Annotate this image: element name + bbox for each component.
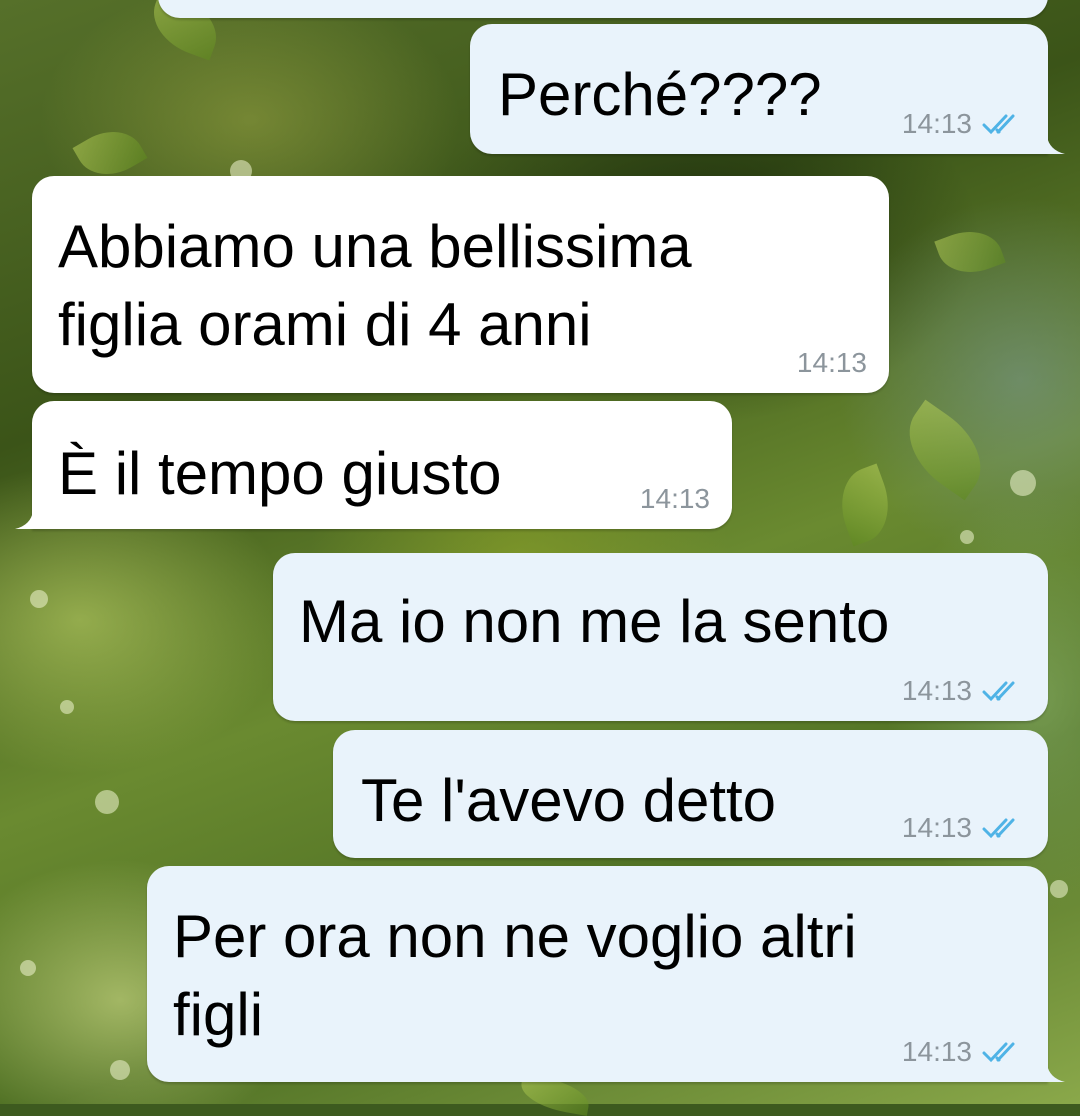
message-bubble-outgoing[interactable]: Te l'avevo detto 14:13 [333, 730, 1048, 858]
wallpaper-bokeh [1050, 880, 1068, 898]
double-check-read-icon [982, 1042, 1015, 1063]
message-text: Ma io non me la sento [299, 588, 890, 655]
bubble-tail [1047, 136, 1065, 154]
message-bubble-incoming[interactable]: È il tempo giusto 14:13 [15, 401, 732, 529]
message-text: È il tempo giusto [58, 440, 502, 507]
message-meta: 14:13 [902, 108, 1026, 140]
message-meta: 14:13 [797, 347, 867, 379]
message-time: 14:13 [901, 812, 972, 843]
double-check-read-icon [982, 818, 1015, 839]
wallpaper-leaf [934, 221, 1006, 283]
message-bubble-incoming[interactable]: Abbiamo una bellissima figlia orami di 4… [32, 176, 889, 393]
wallpaper-bokeh [30, 590, 48, 608]
message-meta: 14:13 [902, 675, 1026, 707]
message-text: Perché???? [498, 61, 822, 128]
message-meta: 14:13 [640, 483, 710, 515]
bubble-tail [1047, 1064, 1065, 1082]
double-check-read-icon [982, 681, 1015, 702]
message-time: 14:13 [901, 1036, 972, 1067]
message-meta: 14:13 [902, 812, 1026, 844]
wallpaper-bokeh [1010, 470, 1036, 496]
message-bubble-outgoing[interactable] [158, 0, 1048, 18]
message-bubble-outgoing[interactable]: Ma io non me la sento 14:13 [273, 553, 1048, 721]
message-text: Per ora non ne voglio altri figli [173, 903, 857, 1048]
message-text: Abbiamo una bellissima figlia orami di 4… [58, 213, 692, 358]
wallpaper-bokeh [20, 960, 36, 976]
wallpaper-leaf [890, 399, 1000, 501]
message-time: 14:13 [639, 483, 710, 514]
wallpaper-bokeh [960, 530, 974, 544]
bubble-tail [15, 511, 33, 529]
message-time: 14:13 [901, 675, 972, 706]
wallpaper-bokeh [95, 790, 119, 814]
message-bubble-outgoing[interactable]: Per ora non ne voglio altri figli 14:13 [147, 866, 1065, 1082]
double-check-read-icon [982, 114, 1015, 135]
message-bubble-outgoing[interactable]: Perché???? 14:13 [470, 24, 1065, 154]
message-text: Te l'avevo detto [361, 767, 777, 834]
message-time: 14:13 [796, 347, 867, 378]
wallpaper-leaf [829, 463, 901, 547]
message-time: 14:13 [901, 108, 972, 139]
wallpaper-bokeh [60, 700, 74, 714]
message-meta: 14:13 [902, 1036, 1026, 1068]
wallpaper-bokeh [110, 1060, 130, 1080]
